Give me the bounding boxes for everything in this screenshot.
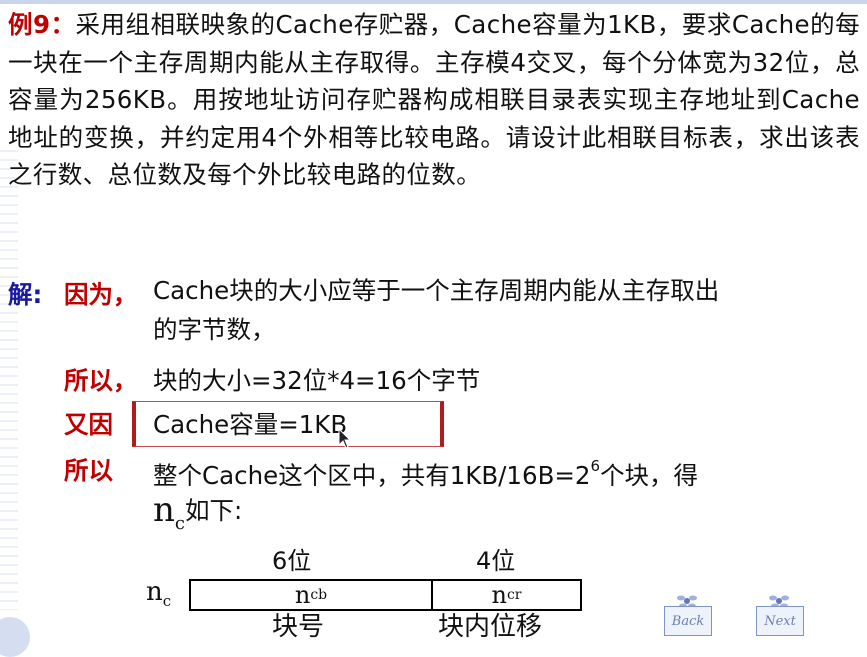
- block-number-caption: 块号: [272, 612, 325, 642]
- offset-bits-label: 4位: [476, 547, 516, 575]
- cache-capacity-line: Cache容量=1KB: [153, 410, 348, 439]
- problem-label: 例9：: [8, 10, 76, 39]
- block-bits-label: 6位: [272, 547, 312, 575]
- solution-label: 解:: [8, 280, 43, 309]
- register-label-sub: c: [162, 592, 172, 611]
- nc-intro-text: 如下:: [185, 496, 243, 525]
- block-count-text-b: 个块，得: [600, 461, 699, 491]
- decorative-left-stripes: [0, 150, 18, 610]
- block-count-exponent: 6: [590, 457, 601, 475]
- block-field-sub: cb: [310, 587, 328, 603]
- solution-line-1: Cache块的大小应等于一个主存周期内能从主存取出: [153, 276, 720, 305]
- again-label: 又因: [64, 410, 113, 439]
- because-label: 因为，: [64, 280, 138, 309]
- nc-symbol-base: n: [153, 490, 175, 530]
- problem-text: 采用组相联映象的Cache存贮器，Cache容量为1KB，要求Cache的每一块…: [8, 10, 861, 189]
- nc-symbol: nc: [153, 490, 185, 534]
- back-button[interactable]: Back: [664, 606, 712, 636]
- block-number-field: n cb: [191, 581, 433, 609]
- block-offset-field: n cr: [433, 581, 580, 609]
- next-button[interactable]: Next: [756, 606, 804, 636]
- block-size-line: 块的大小=32位*4=16个字节: [153, 366, 481, 395]
- problem-statement: 例9：采用组相联映象的Cache存贮器，Cache容量为1KB，要求Cache的…: [8, 6, 860, 194]
- register-label-base: n: [146, 577, 163, 607]
- so-label-2: 所以: [64, 456, 113, 485]
- offset-field-sub: cr: [506, 587, 522, 603]
- so-label-1: 所以，: [64, 366, 138, 395]
- decorative-top-border: [0, 0, 867, 4]
- mouse-cursor-icon: [338, 428, 352, 449]
- solution-line-2: 的字节数，: [153, 315, 276, 344]
- decorative-corner-shape: [0, 617, 30, 657]
- nc-intro-line: nc如下:: [153, 490, 243, 542]
- nc-symbol-sub: c: [174, 512, 185, 534]
- offset-field-base: n: [491, 581, 507, 609]
- block-field-base: n: [294, 581, 311, 609]
- slide: 例9：采用组相联映象的Cache存贮器，Cache容量为1KB，要求Cache的…: [0, 0, 867, 657]
- block-count-line: 整个Cache这个区中，共有1KB/16B=26个块，得: [153, 452, 698, 495]
- block-count-text-a: 整个Cache这个区中，共有1KB/16B=2: [153, 461, 591, 491]
- block-offset-caption: 块内位移: [438, 612, 543, 642]
- address-register-label: nc: [146, 577, 171, 610]
